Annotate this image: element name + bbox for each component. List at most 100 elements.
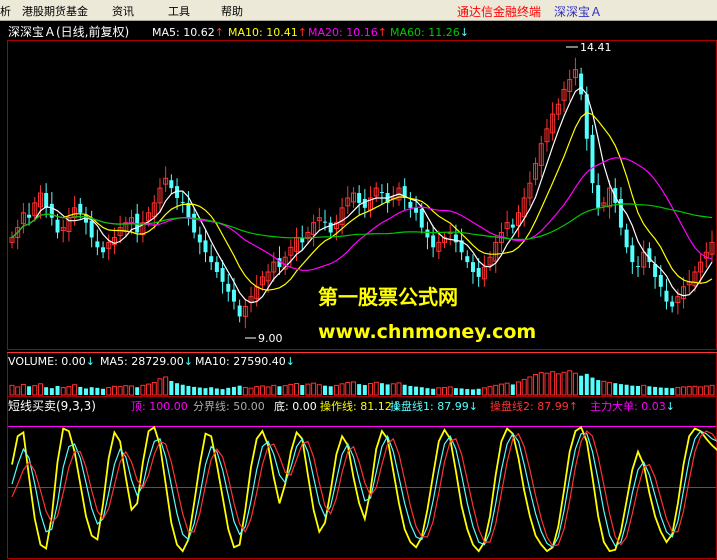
volume-bar [180, 384, 185, 395]
candle-body-down [470, 262, 475, 272]
indicator-legend-op-line: 操作线: 81.12↓ [320, 399, 401, 413]
volume-bar [465, 389, 470, 395]
candle-body-down [590, 134, 595, 184]
candle-body-down [197, 234, 202, 243]
volume-bar [385, 384, 390, 395]
volume-bar [453, 388, 458, 395]
volume-bar [470, 389, 475, 395]
candle-body-down [408, 201, 413, 208]
indicator-legend-main-force: 主力大单: 0.03↓ [590, 399, 675, 413]
candle-body-down [89, 220, 94, 238]
volume-bar [584, 373, 589, 395]
candle-body-down [379, 192, 384, 194]
candle-body-down [419, 208, 424, 228]
indicator-legend-mid: 分界线: 50.00 [193, 399, 265, 413]
menu-item-help[interactable]: 帮助 [221, 3, 243, 19]
candle-body-down [55, 219, 60, 233]
volume-legend-ma5: MA5: 28729.00↓ [100, 355, 193, 368]
volume-bar [476, 388, 481, 395]
low-label: 9.00 [258, 332, 283, 345]
candle-body-down [220, 268, 225, 282]
watermark-url: www.chnmoney.com [318, 321, 536, 343]
candle-body-down [636, 266, 641, 268]
indicator-legend-top: 顶: 100.00 [131, 400, 188, 413]
volume-legend-ma10: MA10: 27590.40↓ [195, 355, 295, 368]
legend-ma10: MA10: 10.41↑ [228, 26, 307, 39]
volume-bar [300, 385, 305, 395]
candle-body-down [425, 229, 430, 238]
candle-body-down [186, 202, 191, 218]
menu-item-news[interactable]: 资讯 [112, 3, 134, 19]
candle-body-down [357, 193, 362, 203]
price-chart-title: 深深宝Ａ(日线,前复权) [8, 24, 129, 39]
volume-bar [83, 388, 88, 395]
volume-bar [226, 387, 231, 395]
candle-body-down [414, 207, 419, 213]
volume-bar [277, 386, 282, 395]
chart-area[interactable]: 深深宝Ａ(日线,前复权) MA5: 10.62↑ MA10: 10.41↑ MA… [0, 21, 717, 560]
volume-bar [220, 389, 225, 395]
candle-body-down [180, 201, 185, 203]
menu-item-analysis[interactable]: 析 [0, 3, 11, 19]
volume-bar [186, 385, 191, 395]
volume-bar [510, 384, 515, 395]
indicator-legend-bottom: 底: 0.00 [274, 399, 317, 413]
candle-body-down [624, 229, 629, 248]
candle-body-down [95, 241, 100, 248]
volume-bar [590, 377, 595, 395]
candle-body-down [101, 247, 106, 253]
candle-body-down [203, 240, 208, 253]
menu-bar: 析 港股期货基金 资讯 工具 帮助 通达信金融终端 深深宝Ａ [0, 0, 717, 21]
indicator-legend-trade-line2: 操盘线2: 87.99↑ [490, 399, 578, 413]
candle-body-down [658, 274, 663, 287]
volume-bar [596, 380, 601, 395]
volume-bar [231, 386, 236, 395]
volume-bar [459, 388, 464, 395]
menu-item-hk-futures-funds[interactable]: 港股期货基金 [22, 3, 88, 19]
volume-bar [670, 388, 675, 395]
candle-body-down [169, 180, 174, 189]
candle-body-down [323, 221, 328, 223]
candle-body-down [579, 73, 584, 95]
volume-bar [55, 385, 60, 395]
high-label: 14.41 [580, 41, 612, 54]
volume-bar [95, 387, 100, 395]
volume-bar [209, 387, 214, 395]
volume-bar [197, 387, 202, 395]
candle-body-down [192, 213, 197, 233]
candle-body-down [78, 203, 83, 213]
candle-body-down [226, 283, 231, 292]
volume-bar [135, 387, 140, 395]
menu-item-tools[interactable]: 工具 [168, 3, 190, 19]
volume-bar [175, 383, 180, 395]
volume-bar [49, 388, 54, 395]
volume-bar [618, 384, 623, 395]
volume-bar [408, 385, 413, 395]
volume-bar [203, 388, 208, 395]
candle-body-down [27, 214, 32, 218]
security-title: 深深宝Ａ [554, 5, 603, 19]
volume-bar [101, 388, 106, 395]
volume-bar [579, 375, 584, 395]
volume-bar [636, 385, 641, 395]
candle-body-down [664, 290, 669, 302]
volume-bar [414, 386, 419, 395]
volume-bar [419, 387, 424, 395]
candle-body-down [670, 301, 675, 307]
indicator-legend-trade-line1: 操盘线1: 87.99↓ [390, 399, 478, 413]
legend-ma5: MA5: 10.62↑ [152, 26, 224, 39]
volume-bar [44, 387, 49, 395]
candle-body-down [44, 193, 49, 208]
volume-bar [357, 384, 362, 395]
volume-bar [362, 385, 367, 395]
candle-body-down [328, 222, 333, 233]
candle-body-down [231, 289, 236, 302]
app-title: 通达信金融终端 [457, 5, 542, 19]
volume-bar [647, 386, 652, 395]
volume-bar [425, 388, 430, 395]
volume-bar [323, 385, 328, 395]
volume-bar [89, 387, 94, 395]
legend-ma20: MA20: 10.16↑ [308, 26, 387, 39]
volume-bar [214, 388, 219, 395]
volume-bar [169, 381, 174, 395]
